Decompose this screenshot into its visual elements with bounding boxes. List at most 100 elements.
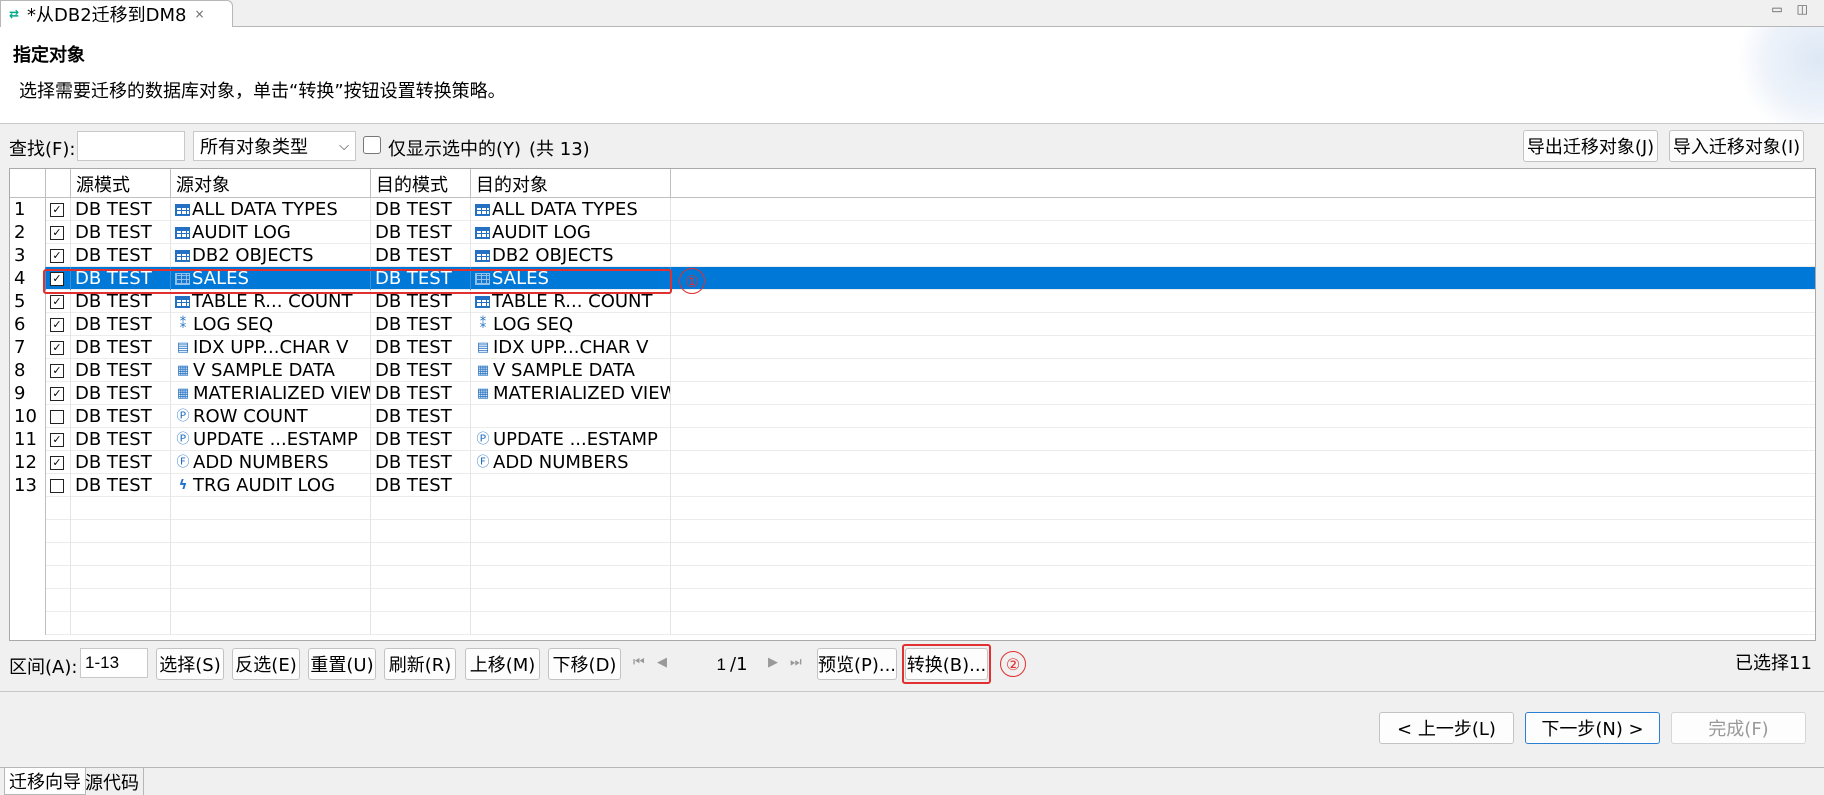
object-table: 源模式 源对象 目的模式 目的对象 1 ✓ DB TEST ALL DATA TYPE… [9,168,1816,641]
view-icon: ▦ [476,385,490,401]
table-row[interactable]: 13 DB TEST ϟ TRG AUDIT LOG DB TEST [10,474,1815,497]
row-checkbox[interactable]: ✓ [50,340,64,355]
empty-cell [71,497,171,520]
source-schema-cell: DB TEST [71,451,171,474]
row-check-cell[interactable]: ✓ [46,382,71,405]
row-check-cell[interactable]: ✓ [46,313,71,336]
range-input[interactable] [80,648,148,678]
row-checkbox[interactable]: ✓ [50,317,64,332]
view-icon: ▦ [476,362,490,378]
next-button[interactable]: 下一步(N) > [1525,712,1660,744]
index-icon: ▤ [176,339,190,355]
row-check-cell[interactable]: ✓ [46,451,71,474]
page-input[interactable] [686,650,726,680]
row-check-cell[interactable] [46,474,71,497]
prev-page-icon[interactable]: ◀ [657,655,667,670]
trigger-icon: ϟ [178,477,188,493]
table-row[interactable]: 3 ✓ DB TEST DB2 OBJECTS DB TEST DB2 OBJECTS [10,244,1815,267]
empty-cell [371,497,471,520]
source-object-name: TRG AUDIT LOG [193,475,336,496]
target-object-cell: AUDIT LOG [471,221,671,244]
empty-cell [71,612,171,635]
table-row[interactable]: 9 ✓ DB TEST ▦ MATERIALIZED VIEW DB TEST ▦ MATER… [10,382,1815,405]
source-object-name: V SAMPLE DATA [193,360,335,381]
row-check-cell[interactable]: ✓ [46,221,71,244]
move-down-button[interactable]: 下移(D) [548,648,621,680]
target-object-name: AUDIT LOG [492,222,591,243]
bottom-tab-bar: 迁移向导 源代码 [0,767,1824,795]
last-page-icon[interactable]: ⏭ [790,655,802,670]
back-button[interactable]: < 上一步(L) [1379,712,1514,744]
header-source-object[interactable]: 源对象 [171,169,371,198]
row-check-cell[interactable] [46,405,71,428]
table-row[interactable]: 12 ✓ DB TEST Ⓕ ADD NUMBERS DB TEST Ⓕ ADD NUMBER… [10,451,1815,474]
table-row[interactable]: 11 ✓ DB TEST Ⓟ UPDATE ...ESTAMP DB TEST Ⓟ UPDAT… [10,428,1815,451]
source-object-cell: ALL DATA TYPES [171,198,371,221]
row-check-cell[interactable]: ✓ [46,244,71,267]
row-checkbox[interactable]: ✓ [50,248,64,263]
tab-source-code[interactable]: 源代码 [81,768,144,795]
table-row[interactable]: 8 ✓ DB TEST ▦ V SAMPLE DATA DB TEST ▦ V SAMPLE … [10,359,1815,382]
header-source-schema[interactable]: 源模式 [71,169,171,198]
source-schema-cell: DB TEST [71,221,171,244]
table-icon [475,249,490,262]
reset-button[interactable]: 重置(U) [308,648,376,680]
find-input[interactable] [77,131,185,161]
empty-cell [10,543,46,566]
minimize-icon[interactable]: ▭ [1771,2,1782,16]
sequence-icon: ⁑ [179,316,187,332]
row-checkbox[interactable] [50,478,64,493]
filter-toolbar: 查找(F): 所有对象类型 ⌵ 仅显示选中的(Y) (共 13) 导出迁移对象(… [0,124,1824,168]
row-check-cell[interactable]: ✓ [46,198,71,221]
empty-cell [471,589,671,612]
row-checkbox[interactable]: ✓ [50,455,64,470]
header-target-schema[interactable]: 目的模式 [371,169,471,198]
move-up-button[interactable]: 上移(M) [465,648,540,680]
table-row[interactable]: 10 DB TEST Ⓟ ROW COUNT DB TEST [10,405,1815,428]
row-check-cell[interactable]: ✓ [46,428,71,451]
preview-button[interactable]: 预览(P)... [817,648,897,680]
row-checkbox[interactable]: ✓ [50,432,64,447]
procedure-icon: Ⓟ [476,431,490,447]
source-object-cell: AUDIT LOG [171,221,371,244]
source-object-name: AUDIT LOG [192,222,291,243]
finish-button[interactable]: 完成(F) [1671,712,1806,744]
object-type-select[interactable]: 所有对象类型 ⌵ [193,131,356,161]
import-objects-button[interactable]: 导入迁移对象(I) [1669,130,1804,162]
table-icon [475,226,490,239]
row-checkbox[interactable]: ✓ [50,225,64,240]
row-number: 1 [10,198,46,221]
view-icon: ▦ [176,362,190,378]
table-actions-bar: 区间(A): 选择(S) 反选(E) 重置(U) 刷新(R) 上移(M) 下移(… [0,641,1824,691]
wizard-footer: < 上一步(L) 下一步(N) > 完成(F) [0,691,1824,767]
chevron-down-icon: ⌵ [339,138,349,154]
object-count: (共 13) [529,139,590,160]
row-checkbox[interactable]: ✓ [50,294,64,309]
maximize-icon[interactable]: ◫ [1797,2,1808,16]
row-checkbox[interactable] [50,409,64,424]
table-row[interactable]: 1 ✓ DB TEST ALL DATA TYPES DB TEST ALL DATA T… [10,198,1815,221]
row-check-cell[interactable]: ✓ [46,359,71,382]
next-page-icon[interactable]: ▶ [768,655,778,670]
invert-selection-button[interactable]: 反选(E) [232,648,300,680]
table-row[interactable]: 2 ✓ DB TEST AUDIT LOG DB TEST AUDIT LOG [10,221,1815,244]
editor-tab[interactable]: ⇄ *从DB2迁移到DM8 × [0,0,233,27]
select-button[interactable]: 选择(S) [156,648,224,680]
row-checkbox[interactable]: ✓ [50,202,64,217]
target-object-name: UPDATE ...ESTAMP [493,429,658,450]
close-icon[interactable]: × [195,7,205,21]
show-selected-checkbox[interactable] [363,136,381,154]
row-checkbox[interactable]: ✓ [50,386,64,401]
table-row[interactable]: 7 ✓ DB TEST ▤ IDX UPP...CHAR V DB TEST ▤ IDX UP… [10,336,1815,359]
row-check-cell[interactable]: ✓ [46,336,71,359]
refresh-button[interactable]: 刷新(R) [384,648,456,680]
export-objects-button[interactable]: 导出迁移对象(J) [1523,130,1658,162]
source-object-cell: ϟ TRG AUDIT LOG [171,474,371,497]
header-target-object[interactable]: 目的对象 [471,169,671,198]
source-object-name: UPDATE ...ESTAMP [193,429,358,450]
row-checkbox[interactable]: ✓ [50,363,64,378]
target-schema-cell: DB TEST [371,336,471,359]
tab-migration-wizard[interactable]: 迁移向导 [4,768,86,795]
table-row[interactable]: 6 ✓ DB TEST ⁑ LOG SEQ DB TEST ⁑ LOG SEQ [10,313,1815,336]
first-page-icon[interactable]: ⏮ [633,655,645,670]
